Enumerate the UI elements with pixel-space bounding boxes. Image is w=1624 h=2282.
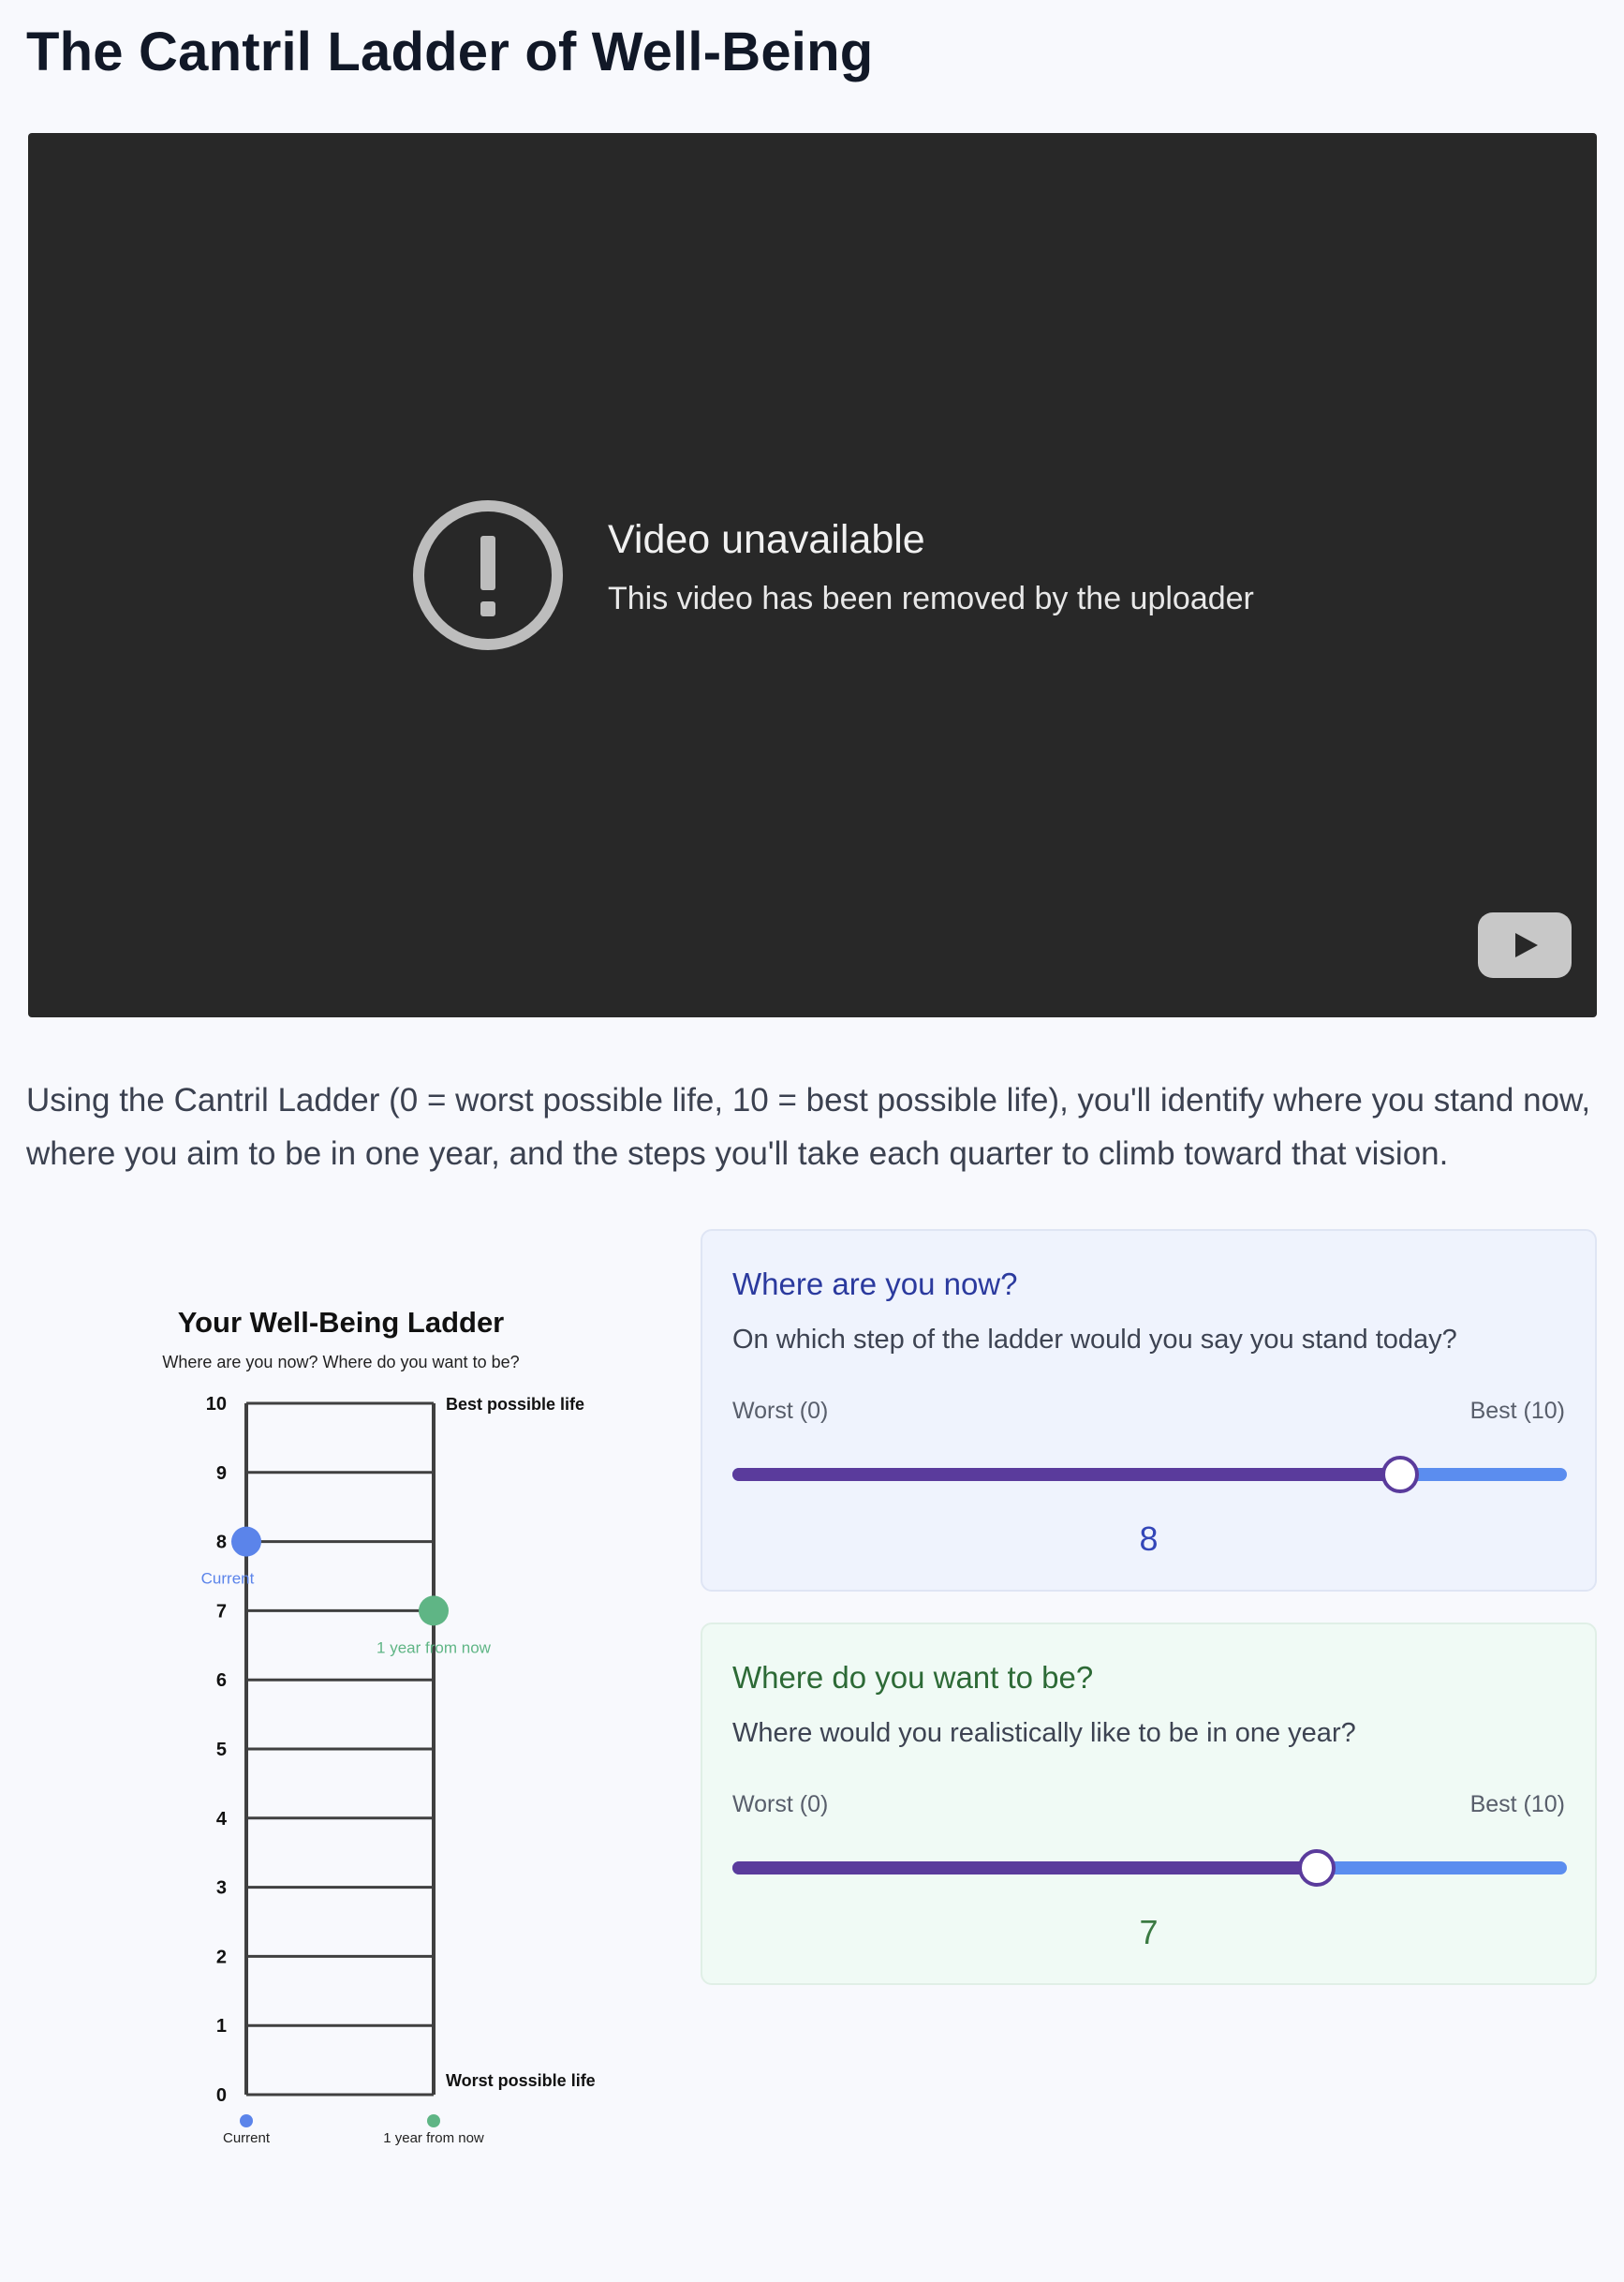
ladder-step-label: 0 [216,2085,227,2106]
ladder-step-label: 3 [216,1878,227,1899]
ladder-bottom-label: Worst possible life [446,2071,596,2090]
current-slider[interactable] [732,1456,1567,1493]
intro-text: Using the Cantril Ladder (0 = worst poss… [26,1082,1591,1172]
current-min-label: Worst (0) [732,1398,829,1424]
goal-value: 7 [1139,1913,1159,1951]
ladder-chart: Your Well-Being Ladder Where are you now… [94,1293,656,2173]
video-error-message: This video has been removed by the uploa… [608,581,1254,616]
ladder-step-label: 10 [206,1394,227,1415]
ladder-step-label: 7 [216,1601,227,1622]
goal-min-label: Worst (0) [732,1791,829,1817]
ladder-svg: Your Well-Being Ladder Where are you now… [162,1306,596,2146]
ladder-step-label: 6 [216,1670,227,1691]
current-marker [231,1526,261,1557]
video-player[interactable]: Video unavailable This video has been re… [28,133,1597,1017]
goal-slider[interactable] [732,1849,1567,1887]
ladder-step-label: 1 [216,2016,227,2037]
current-card-question: On which step of the ladder would you sa… [732,1325,1457,1355]
ladder-step-label: 2 [216,1947,227,1967]
current-slider-thumb[interactable] [1380,1456,1419,1493]
current-slider-fill [732,1468,1400,1481]
ladder-top-label: Best possible life [446,1395,584,1414]
ladder-step-label: 4 [216,1809,228,1830]
legend-swatch [427,2114,440,2127]
current-position-card: Where are you now? On which step of the … [701,1229,1597,1592]
ladder-step-label: 5 [216,1740,227,1760]
alert-circle-icon [413,500,563,650]
ladder-title: Your Well-Being Ladder [178,1306,505,1339]
current-value: 8 [1139,1519,1159,1558]
goal-card-heading: Where do you want to be? [732,1660,1094,1695]
legend-swatch [240,2114,253,2127]
ladder-subtitle: Where are you now? Where do you want to … [162,1353,519,1371]
current-max-label: Best (10) [1469,1398,1565,1424]
goal-marker [419,1595,449,1626]
page-title: The Cantril Ladder of Well-Being [26,22,874,82]
current-card-heading: Where are you now? [732,1267,1018,1301]
legend-label: Current [223,2130,271,2146]
ladder-step-label: 9 [216,1463,227,1484]
goal-card-question: Where would you realistically like to be… [732,1718,1356,1748]
youtube-play-icon[interactable] [1478,912,1572,978]
goal-max-label: Best (10) [1469,1791,1565,1817]
ladder-step-label: 8 [216,1533,227,1553]
goal-position-card: Where do you want to be? Where would you… [701,1623,1597,1985]
current-marker-label: Current [201,1570,255,1588]
goal-slider-thumb[interactable] [1297,1849,1336,1887]
video-error-title: Video unavailable [608,517,925,562]
legend-label: 1 year from now [383,2130,484,2146]
goal-marker-label: 1 year from now [376,1638,492,1656]
goal-slider-fill [732,1861,1317,1874]
